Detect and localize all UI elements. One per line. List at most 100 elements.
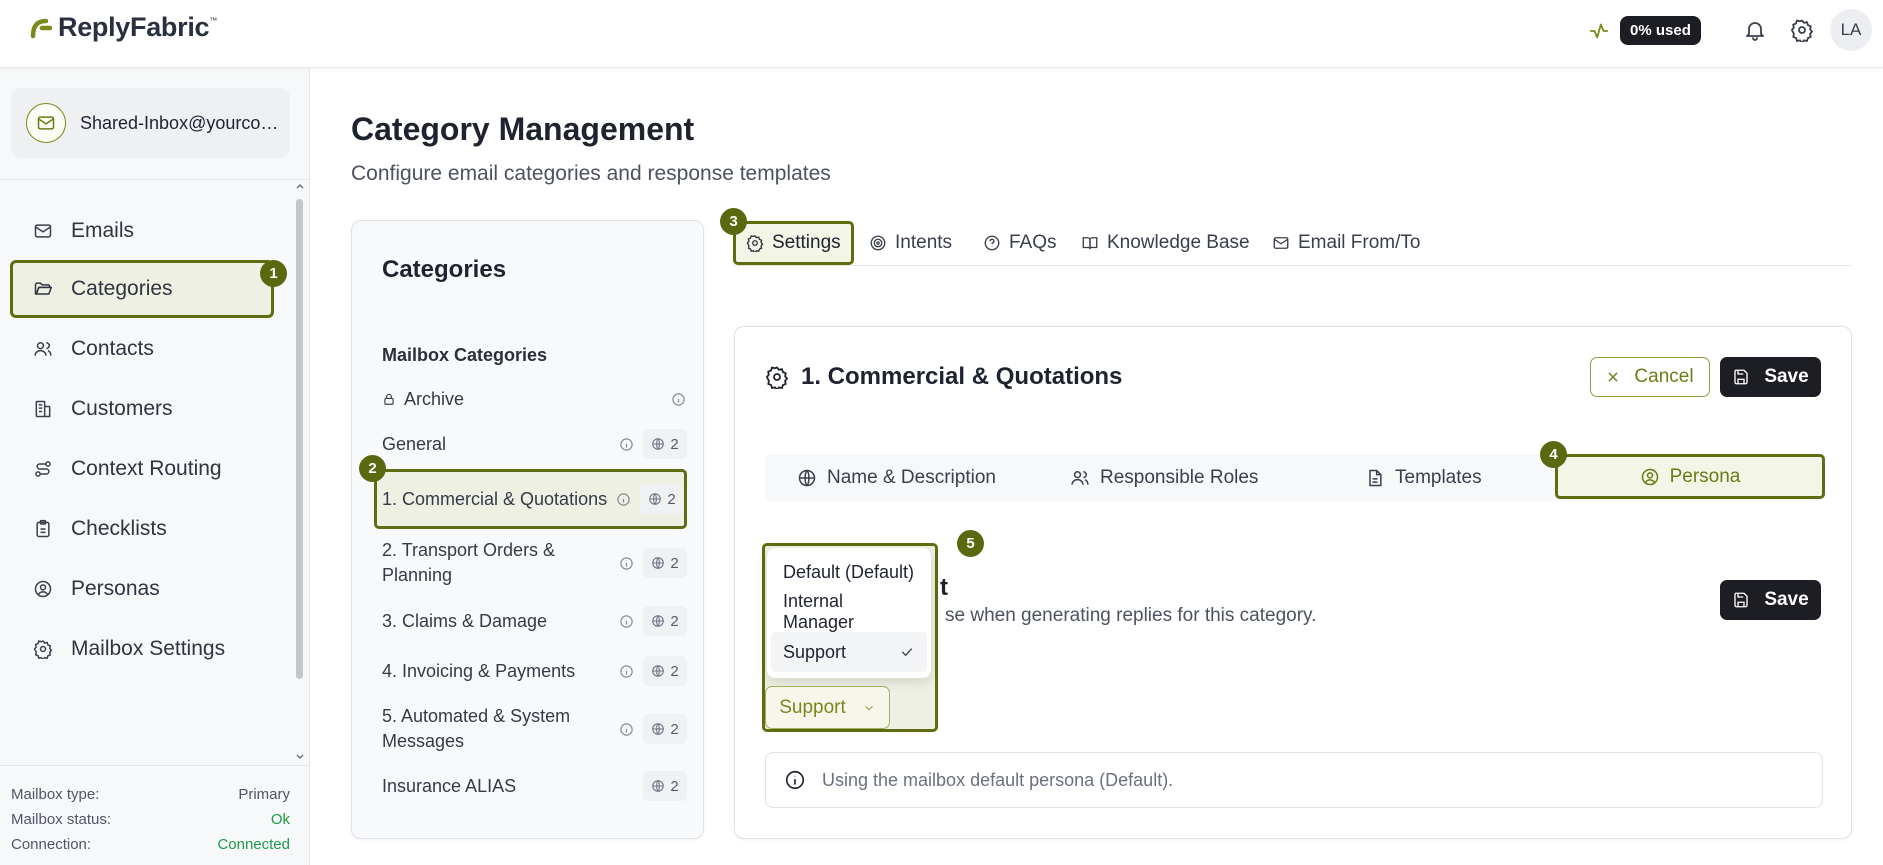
meta-row: Mailbox status: Ok — [11, 807, 290, 832]
globe-icon — [652, 723, 665, 735]
category-tabs: Settings Intents FAQs Knowledge Base Ema… — [733, 221, 1851, 266]
category-item[interactable]: General 2 — [382, 426, 687, 462]
check-icon — [899, 644, 915, 660]
persona-dropdown-menu: Default (Default) Internal Manager Suppo… — [767, 548, 931, 678]
sidebar-item-emails[interactable]: Emails — [10, 202, 275, 260]
save-icon — [1732, 368, 1750, 386]
cancel-button[interactable]: Cancel — [1590, 357, 1710, 397]
count: 2 — [670, 662, 679, 680]
gear-icon — [746, 234, 764, 252]
sidebar-item-context-routing[interactable]: Context Routing — [10, 440, 275, 498]
top-bar: ReplyFabric™ 0% used LA — [0, 0, 1883, 68]
info-icon[interactable] — [617, 664, 635, 679]
bell-icon[interactable] — [1741, 16, 1769, 44]
globe-icon — [652, 438, 665, 450]
category-item-active[interactable]: 1. Commercial & Quotations 2 — [374, 469, 687, 529]
persona-select[interactable]: Default (Default) Internal Manager Suppo… — [762, 543, 938, 732]
tab-faqs[interactable]: FAQs — [983, 221, 1057, 265]
persona-option[interactable]: Internal Manager — [771, 591, 927, 632]
file-text-icon — [1365, 468, 1385, 488]
persona-description: se when generating replies for this cate… — [945, 605, 1317, 626]
info-icon[interactable] — [617, 722, 635, 737]
info-icon[interactable] — [617, 614, 635, 629]
category-label: 2. Transport Orders & Planning — [382, 540, 556, 585]
category-label: General — [382, 433, 447, 454]
info-icon[interactable] — [669, 392, 687, 407]
sidebar-item-checklists[interactable]: Checklists — [10, 500, 275, 558]
category-item[interactable]: 2. Transport Orders & Planning 2 — [382, 536, 687, 590]
sidebar-item-label: Customers — [71, 397, 173, 420]
tab-label: Settings — [772, 232, 841, 253]
mailbox-selector[interactable]: Shared-Inbox@yourcompany.com — [11, 88, 290, 158]
sidebar-item-mailbox-settings[interactable]: Mailbox Settings — [10, 620, 275, 678]
count: 2 — [670, 777, 679, 795]
subtab-templates[interactable]: Templates — [1365, 454, 1482, 501]
meta-value: Connected — [217, 836, 290, 853]
tab-label: FAQs — [1009, 232, 1057, 253]
sidebar-item-label: Context Routing — [71, 457, 222, 480]
user-circle-icon — [33, 579, 53, 599]
save-icon — [1732, 591, 1750, 609]
app-logo[interactable]: ReplyFabric™ — [30, 12, 217, 43]
mailbox-meta: Mailbox type: Primary Mailbox status: Ok… — [0, 765, 310, 865]
tab-intents[interactable]: Intents — [869, 221, 952, 265]
category-item[interactable]: Archive — [382, 384, 687, 414]
tab-email-from-to[interactable]: Email From/To — [1272, 221, 1420, 265]
sidebar-item-contacts[interactable]: Contacts — [10, 320, 275, 378]
save-button[interactable]: Save — [1720, 357, 1821, 397]
sidebar-item-personas[interactable]: Personas — [10, 560, 275, 618]
language-count: 2 — [643, 656, 687, 686]
globe-icon — [652, 780, 665, 792]
tab-label: Knowledge Base — [1107, 232, 1250, 253]
language-count: 2 — [643, 771, 687, 801]
meta-label: Connection: — [11, 836, 92, 853]
chevron-up-icon[interactable] — [293, 181, 307, 191]
sidebar: Shared-Inbox@yourcompany.com Emails Cate… — [0, 68, 310, 865]
category-label: Insurance ALIAS — [382, 775, 517, 796]
category-item[interactable]: 5. Automated & System Messages 2 — [382, 702, 687, 756]
sidebar-item-customers[interactable]: Customers — [10, 380, 275, 438]
info-icon[interactable] — [617, 556, 635, 571]
users-icon — [33, 339, 53, 359]
language-count: 2 — [643, 606, 687, 636]
usage-indicator[interactable]: 0% used — [1588, 16, 1701, 45]
editor-subtabs: Name & Description Responsible Roles Tem… — [765, 454, 1825, 501]
info-icon[interactable] — [617, 437, 635, 452]
mail-icon — [1272, 234, 1290, 252]
scroll-thumb[interactable] — [296, 199, 303, 679]
category-label: 1. Commercial & Quotations — [382, 488, 608, 509]
subtab-persona[interactable]: Persona — [1555, 454, 1825, 499]
editor-title: 1. Commercial & Quotations — [765, 363, 1122, 391]
gear-icon[interactable] — [1788, 16, 1816, 44]
category-item[interactable]: 4. Invoicing & Payments 2 — [382, 653, 687, 689]
page-subtitle: Configure email categories and response … — [351, 162, 831, 185]
book-icon — [1081, 234, 1099, 252]
categories-section-title: Mailbox Categories — [382, 345, 548, 365]
category-item[interactable]: Insurance ALIAS 2 — [382, 768, 687, 804]
category-item[interactable]: 3. Claims & Damage 2 — [382, 603, 687, 639]
tab-settings[interactable]: Settings — [733, 221, 854, 265]
sidebar-item-categories[interactable]: Categories — [10, 260, 274, 318]
meta-row: Connection: Connected — [11, 832, 290, 857]
persona-save-button[interactable]: Save — [1720, 580, 1821, 620]
persona-option-selected[interactable]: Support — [771, 632, 927, 672]
tab-knowledge-base[interactable]: Knowledge Base — [1081, 221, 1250, 265]
info-icon[interactable] — [614, 492, 632, 507]
language-count: 2 — [643, 429, 687, 459]
clipboard-icon — [33, 519, 53, 539]
mailbox-name: Shared-Inbox@yourcompany.com — [80, 112, 280, 133]
persona-option[interactable]: Default (Default) — [771, 552, 927, 592]
category-label: 4. Invoicing & Payments — [382, 660, 576, 681]
sidebar-scrollbar[interactable] — [293, 181, 307, 763]
option-label: Default (Default) — [783, 561, 915, 582]
step-badge: 2 — [359, 455, 386, 482]
language-count: 2 — [640, 484, 684, 514]
subtab-responsible-roles[interactable]: Responsible Roles — [1070, 454, 1258, 501]
avatar[interactable]: LA — [1830, 9, 1872, 51]
subtab-name-description[interactable]: Name & Description — [797, 454, 996, 501]
folder-open-icon — [33, 279, 53, 299]
chevron-down-icon — [862, 701, 876, 715]
persona-select-trigger[interactable]: Support — [765, 686, 890, 729]
chevron-down-icon[interactable] — [293, 752, 307, 762]
count: 2 — [670, 554, 679, 572]
